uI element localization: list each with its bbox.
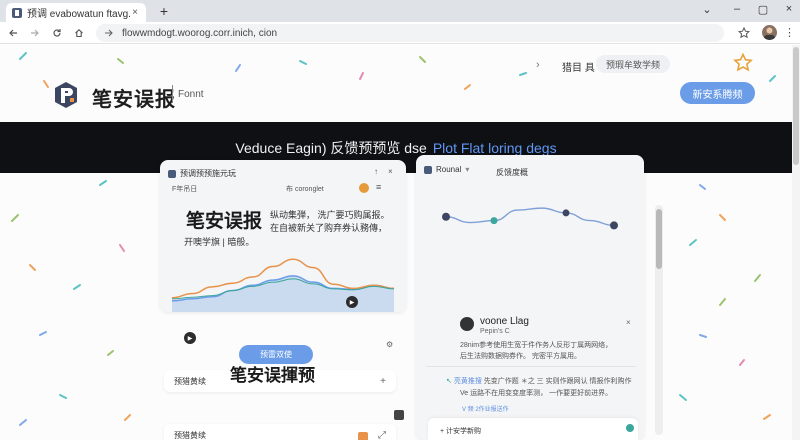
reload-icon[interactable] [50,26,64,40]
brand-divider [172,85,173,103]
chat-icon[interactable] [394,410,404,420]
minimize-button[interactable]: – [730,3,744,15]
blue-series-area [172,275,394,312]
home-icon[interactable] [72,26,86,40]
browser-toolbar: flowwmdogt.woorog.corr.inich, cion ⋮ [0,22,800,44]
card-desc-line: 在自被新关了购弃券认務傳， [270,223,388,233]
wave-chart [171,258,395,312]
close-icon[interactable]: × [388,167,393,176]
graph-node[interactable] [610,221,618,230]
card-logo-icon [168,169,176,178]
feed-logo-icon [424,165,432,174]
page-scrollbar-thumb[interactable] [793,47,799,165]
card-title: 笔安误报 [186,211,263,232]
brand-name: 笔安误报 [92,89,176,111]
tab-close-icon[interactable]: × [130,7,140,18]
feed-footer-label[interactable]: + 计安学新购 [440,426,481,436]
forward-arrow-icon[interactable] [28,26,42,40]
star-badge-icon[interactable] [733,53,753,73]
tab-title: 预调 evabowatun ftavg.com [27,9,130,20]
back-arrow-icon[interactable] [6,26,20,40]
site-favicon-icon [12,7,22,18]
play-icon[interactable]: ▶ [346,296,358,308]
status-dot [626,424,634,432]
chevron-right-icon[interactable]: › [536,59,540,71]
section-title: 笔安误揮预 [230,366,315,385]
browser-menu-icon[interactable]: ⋮ [784,26,795,39]
brand-logo-icon [55,82,77,108]
breadcrumb-current[interactable]: 预瑕牟致学频 [596,55,671,73]
card-sub-label: F年吊日 [172,186,198,193]
graph-node[interactable] [442,212,450,221]
graph-line [445,207,615,227]
pin-icon[interactable]: ↑ [374,167,378,176]
page-scrollbar[interactable] [792,45,800,440]
site-info-icon [105,29,113,37]
preview-card: 预调预预施元玩 ↑ × F年吊日 布 coronglet ≡ 笔安误报 纵动集弾… [160,160,406,349]
feed-scrollbar[interactable] [655,205,663,435]
brand-subtitle: Fonnt [178,89,204,100]
node-graph [442,207,618,230]
post-subtitle: Pepin's C [480,328,510,335]
post-avatar[interactable] [460,317,474,331]
settings-icon[interactable]: ⚙ [386,340,393,349]
profile-avatar[interactable] [762,25,777,40]
close-window-button[interactable]: × [782,3,796,15]
address-bar[interactable]: flowwmdogt.woorog.corr.inich, cion [96,24,724,42]
list-row-label: 预猎黄续 [174,430,206,440]
hero-text: Veduce Eagin) 反馈预预览 dse [235,139,427,156]
comment-line: Ve 运路不在用变变度率测， 一作要更好前进界。 [460,390,613,397]
graph-node[interactable] [562,209,570,217]
hero-accent-text: Plot Flat loring degs [432,139,557,156]
add-icon[interactable]: + [380,376,386,387]
card-header: 预调预预施元玩 [168,168,236,179]
post-text: 后生法购数据购券作。 完密平方属用。 [460,353,581,360]
chevron-down-icon[interactable]: ▾ [465,165,469,174]
close-icon[interactable]: × [626,318,631,327]
browser-tabstrip: 预调 evabowatun ftavg.com × + ⌄ – ▢ × [0,0,800,22]
post-author[interactable]: voone Llag [480,316,529,327]
divider [426,366,636,367]
feed-scrollbar-thumb[interactable] [656,209,662,269]
card-user-label: 布 coronglet [286,186,324,193]
menu-icon[interactable]: ≡ [376,182,381,192]
feed-header: Rounal ▾ [424,165,469,174]
reply-button[interactable]: V 频 2作业报送作 [462,404,509,413]
comment-prefix[interactable]: 亮黄推搜 [454,378,482,385]
notification-icon[interactable] [358,432,368,440]
play-icon[interactable]: ▶ [184,332,196,344]
bookmark-star-icon[interactable] [737,26,752,40]
tab-search-icon[interactable]: ⌄ [700,3,714,16]
comment-text: 先变广作题 ＊之 三 实则作跟网认 情报作利购作 [483,378,632,385]
url-text: flowwmdogt.woorog.corr.inich, cion [122,27,278,39]
breadcrumb-item[interactable]: 猎目 具 [562,59,595,74]
list-row-label: 预猎黄续 [174,376,206,386]
post-text: 28nim参考使用生宽于件作务人反形丁属两网络， [460,342,613,349]
feed-header-left: Rounal [436,165,462,174]
feed-header-right: 反馈度概 [496,168,528,177]
card-desc-line: 纵动集弾， 洗广要巧购属报。 [270,210,390,220]
graph-node[interactable] [490,217,498,225]
browser-tab[interactable]: 预调 evabowatun ftavg.com × [6,3,146,22]
expand-icon[interactable]: ⤢ [378,430,386,440]
primary-cta-button[interactable]: 新安系腾频 [680,82,755,104]
maximize-button[interactable]: ▢ [756,3,770,16]
new-tab-button[interactable]: + [156,3,172,19]
comment: ↖ 亮黄推搜 先变广作题 ＊之 三 实则作跟网认 情报作利购作 [446,378,632,385]
card-header-label: 预调预预施元玩 [180,169,236,178]
avatar[interactable] [359,183,369,193]
